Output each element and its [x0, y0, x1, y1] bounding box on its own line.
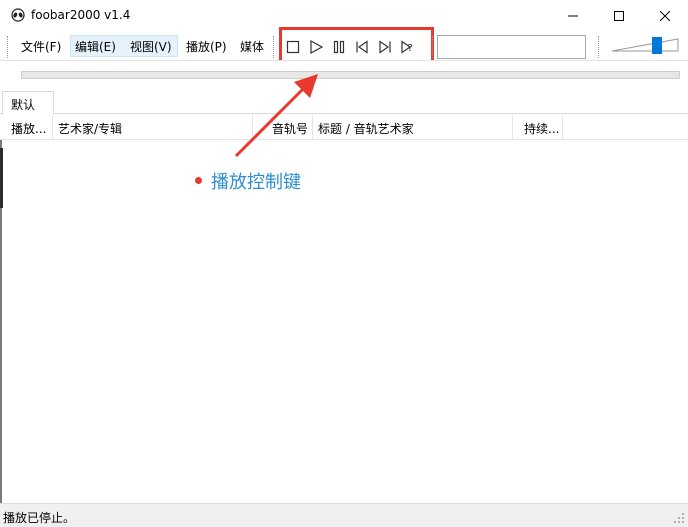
volume-thumb[interactable] — [652, 37, 662, 54]
toolbar-grip[interactable] — [273, 36, 276, 58]
menu-playback[interactable]: 播放(P) — [186, 38, 227, 55]
status-bar: 播放已停止。 — [0, 503, 688, 527]
column-duration[interactable]: 持续... — [513, 115, 563, 140]
column-playing[interactable]: 播放... — [6, 115, 53, 140]
menu-edit[interactable]: 编辑(E) — [75, 38, 116, 55]
minimize-icon — [568, 15, 578, 17]
status-text: 播放已停止。 — [3, 511, 76, 525]
playlist-view[interactable] — [0, 140, 688, 503]
close-icon — [660, 11, 670, 21]
maximize-icon — [614, 11, 624, 21]
alien-icon — [11, 8, 25, 22]
playlist-tabs — [0, 90, 688, 114]
annotation-bullet — [195, 177, 202, 184]
menu-library[interactable]: 媒体 — [240, 38, 264, 55]
close-button[interactable] — [642, 0, 688, 32]
seek-field[interactable] — [437, 35, 586, 59]
annotation-label: 播放控制键 — [211, 172, 301, 193]
playlist-column-header: 播放... 艺术家/专辑 音轨号 标题 / 音轨艺术家 持续... — [0, 115, 688, 140]
seekbar[interactable] — [21, 71, 680, 79]
menu-file[interactable]: 文件(F) — [21, 38, 61, 55]
column-title-track-artist[interactable]: 标题 / 音轨艺术家 — [313, 115, 513, 140]
toolbar-grip[interactable] — [7, 36, 10, 58]
column-artist-album[interactable]: 艺术家/专辑 — [53, 115, 253, 140]
playlist-edge — [0, 148, 3, 208]
window-title: foobar2000 v1.4 — [31, 8, 131, 22]
resize-grip-icon[interactable] — [673, 512, 685, 524]
maximize-button[interactable] — [596, 0, 642, 32]
tab-default[interactable]: 默认 — [2, 91, 54, 114]
annotation-arrow — [234, 74, 318, 158]
menu-view[interactable]: 视图(V) — [130, 38, 172, 55]
toolbar-grip[interactable] — [598, 36, 601, 58]
minimize-button[interactable] — [550, 0, 596, 32]
toolbar-grip[interactable] — [432, 36, 435, 58]
volume-slider[interactable] — [610, 36, 680, 54]
